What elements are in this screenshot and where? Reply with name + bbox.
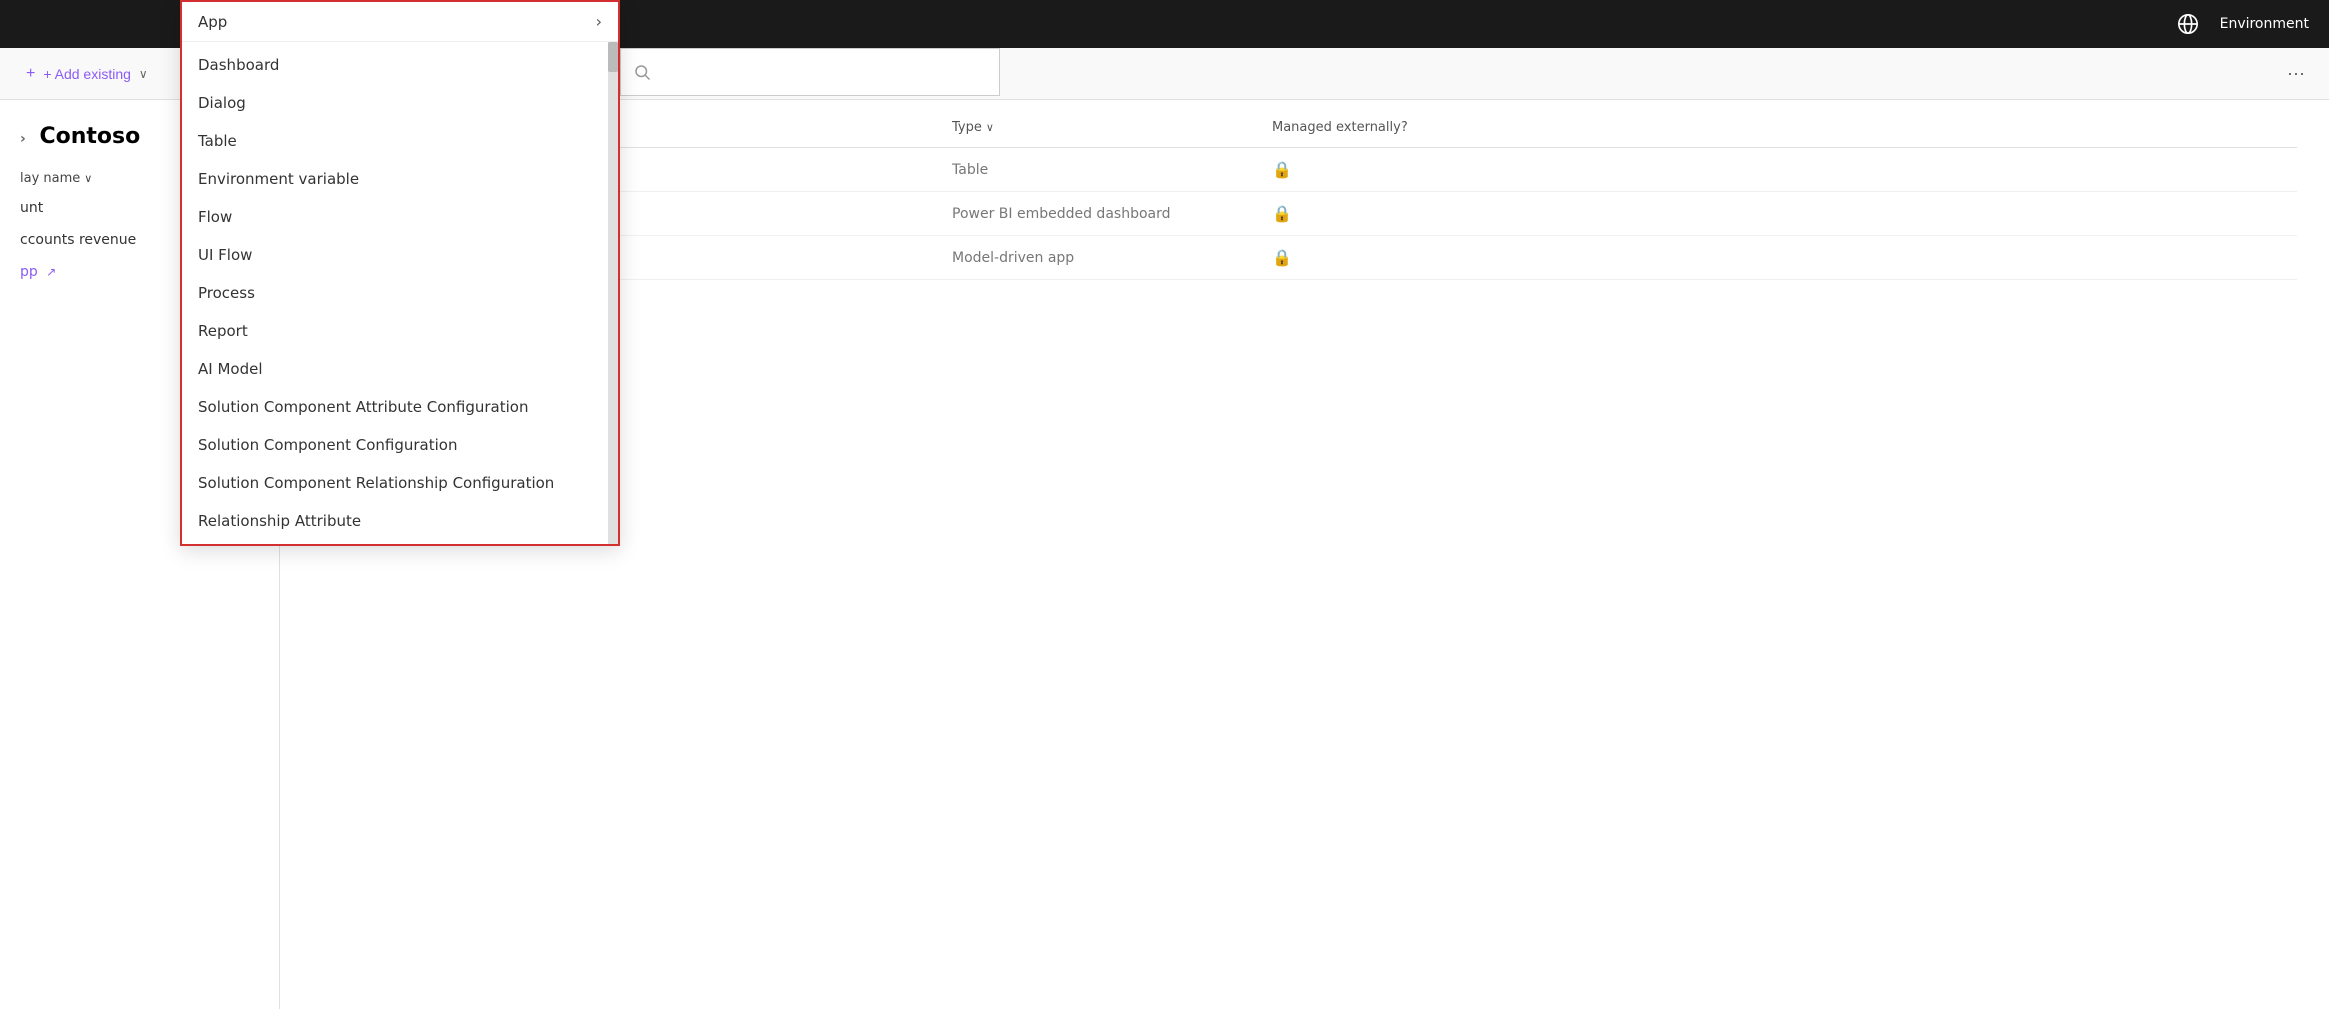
dropdown-item-flow[interactable]: Flow — [182, 198, 608, 236]
td-type-label-0: Table — [952, 162, 988, 178]
td-type-0: Table — [952, 162, 1232, 178]
dropdown-list: Dashboard Dialog Table Environment varia… — [182, 42, 608, 544]
dropdown-item-process[interactable]: Process — [182, 274, 608, 312]
add-existing-chevron: ∨ — [139, 67, 148, 81]
solution-name: Contoso — [39, 124, 140, 149]
th-managed: Managed externally? — [1272, 120, 1408, 135]
td-managed-2: 🔒 — [1272, 248, 1292, 267]
dropdown-overlay: App › Dashboard Dialog Table Environment… — [180, 0, 620, 546]
dropdown-app-chevron: › — [596, 12, 602, 31]
dropdown-item-env-variable[interactable]: Environment variable — [182, 160, 608, 198]
th-type-chevron: ∨ — [986, 121, 994, 134]
dropdown-app-item[interactable]: App › — [182, 2, 618, 42]
dropdown-item-ai-model[interactable]: AI Model — [182, 350, 608, 388]
top-bar-right: Environment — [2172, 8, 2309, 40]
environment-label: Environment — [2220, 16, 2309, 32]
th-type[interactable]: Type ∨ — [952, 120, 1232, 135]
search-icon — [633, 63, 651, 81]
dropdown-item-solution-component-attribute[interactable]: Solution Component Attribute Configurati… — [182, 388, 608, 426]
td-type-label-2: Model-driven app — [952, 250, 1074, 266]
solution-chevron: › — [20, 131, 26, 147]
th-type-label: Type — [952, 120, 982, 135]
dropdown-item-dashboard[interactable]: Dashboard — [182, 46, 608, 84]
col-header-label: lay name — [20, 171, 80, 186]
plus-icon: + — [26, 65, 35, 83]
td-type-2: Model-driven app — [952, 250, 1232, 266]
dropdown-item-ui-flow[interactable]: UI Flow — [182, 236, 608, 274]
toolbar-more: ··· — [2279, 59, 2313, 88]
dropdown-item-table[interactable]: Table — [182, 122, 608, 160]
list-item-label-1: ccounts revenue — [20, 232, 136, 248]
col-header-chevron: ∨ — [84, 172, 92, 185]
lock-icon-2: 🔒 — [1272, 248, 1292, 267]
dropdown-scroll-area: Dashboard Dialog Table Environment varia… — [182, 42, 618, 544]
search-bar-area — [620, 48, 1000, 96]
add-existing-button[interactable]: + + Add existing ∨ — [16, 59, 158, 89]
dropdown-item-dialog[interactable]: Dialog — [182, 84, 608, 122]
list-item-label-2: pp — [20, 264, 38, 280]
dropdown-item-solution-component-config[interactable]: Solution Component Configuration — [182, 426, 608, 464]
external-link-icon: ↗ — [46, 265, 56, 279]
lock-icon-0: 🔒 — [1272, 160, 1292, 179]
dropdown-app-label: App — [198, 13, 227, 31]
th-managed-label: Managed externally? — [1272, 120, 1408, 135]
list-item-label-0: unt — [20, 200, 43, 216]
dropdown-scrollbar[interactable] — [608, 42, 618, 544]
td-managed-0: 🔒 — [1272, 160, 1292, 179]
globe-icon[interactable] — [2172, 8, 2204, 40]
dropdown-item-solution-component-relationship[interactable]: Solution Component Relationship Configur… — [182, 464, 608, 502]
dropdown-scrollbar-thumb[interactable] — [608, 42, 618, 72]
td-type-label-1: Power BI embedded dashboard — [952, 206, 1171, 222]
add-existing-label: + Add existing — [43, 66, 131, 82]
lock-icon-1: 🔒 — [1272, 204, 1292, 223]
ellipsis-button[interactable]: ··· — [2279, 59, 2313, 88]
td-type-1: Power BI embedded dashboard — [952, 206, 1232, 222]
dropdown-item-relationship-attribute[interactable]: Relationship Attribute — [182, 502, 608, 540]
dropdown-item-report[interactable]: Report — [182, 312, 608, 350]
td-managed-1: 🔒 — [1272, 204, 1292, 223]
